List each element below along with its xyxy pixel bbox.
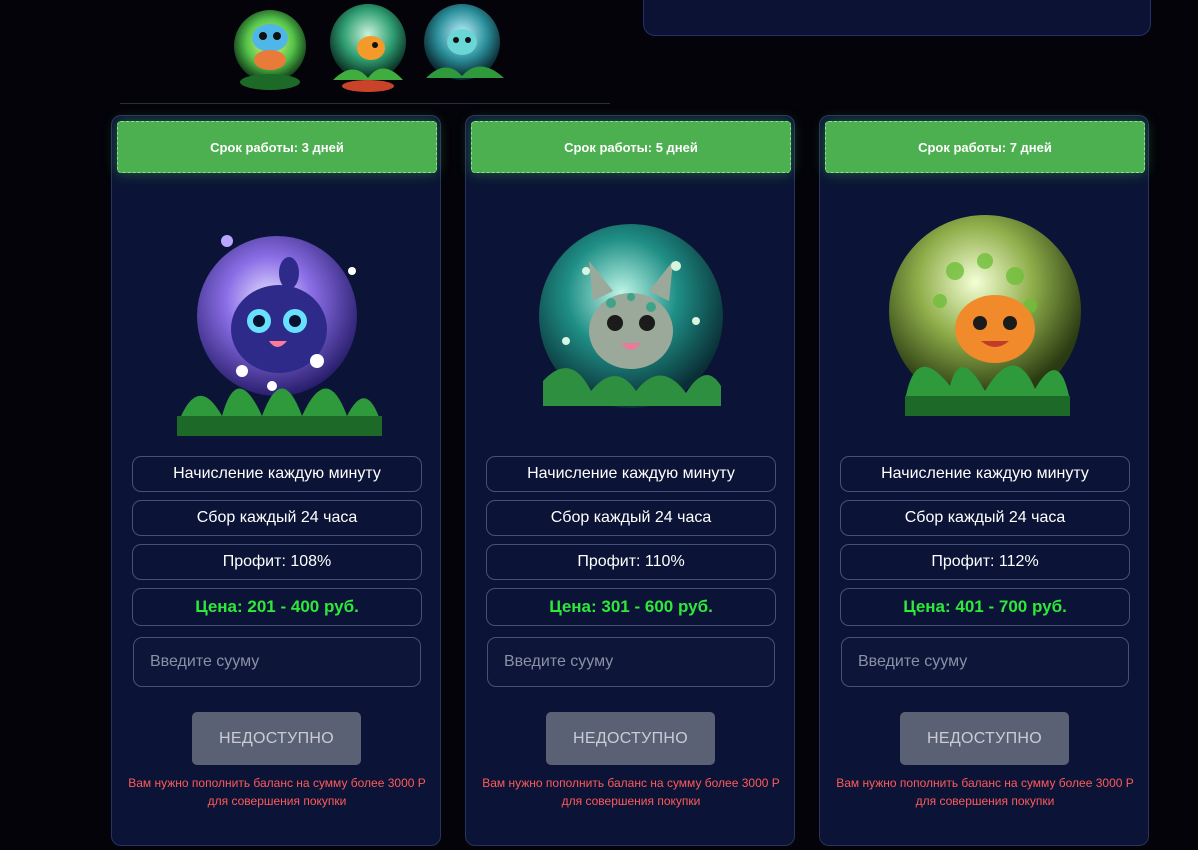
- orange-bubble-creature-icon: [889, 215, 1081, 416]
- section-divider: [120, 103, 610, 104]
- teal-creature-icon: [424, 4, 504, 80]
- plan-duration-header: Срок работы: 7 дней: [825, 121, 1145, 173]
- balance-warning: Вам нужно пополнить баланс на сумму боле…: [836, 776, 1134, 808]
- unavailable-button[interactable]: НЕДОСТУПНО: [546, 712, 715, 765]
- amount-input[interactable]: [487, 637, 775, 687]
- plan-duration-header: Срок работы: 3 дней: [117, 121, 437, 173]
- price-info: Цена: 201 - 400 руб.: [132, 588, 422, 626]
- accrual-info: Начисление каждую минуту: [132, 456, 422, 492]
- price-info: Цена: 301 - 600 руб.: [486, 588, 776, 626]
- plan-card-7-days: Срок работы: 7 дней Начисление каждую ми…: [819, 115, 1149, 846]
- plan-duration-header: Срок работы: 5 дней: [471, 121, 791, 173]
- top-panel: [643, 0, 1151, 36]
- plan-card-3-days: Срок работы: 3 дней Начисление каждую ми…: [111, 115, 441, 846]
- top-creature-banner: [228, 0, 518, 96]
- collection-info: Сбор каждый 24 часа: [132, 500, 422, 536]
- accrual-info: Начисление каждую минуту: [486, 456, 776, 492]
- balance-warning: Вам нужно пополнить баланс на сумму боле…: [482, 776, 780, 808]
- amount-input[interactable]: [133, 637, 421, 687]
- blue-creature-icon: [234, 10, 306, 90]
- profit-info: Профит: 112%: [840, 544, 1130, 580]
- orange-creature-icon: [330, 4, 406, 92]
- unavailable-button[interactable]: НЕДОСТУПНО: [900, 712, 1069, 765]
- collection-info: Сбор каждый 24 часа: [840, 500, 1130, 536]
- balance-warning: Вам нужно пополнить баланс на сумму боле…: [128, 776, 426, 808]
- teal-bubble-creature-icon: [539, 224, 723, 408]
- price-info: Цена: 401 - 700 руб.: [840, 588, 1130, 626]
- profit-info: Профит: 110%: [486, 544, 776, 580]
- accrual-info: Начисление каждую минуту: [840, 456, 1130, 492]
- amount-input[interactable]: [841, 637, 1129, 687]
- purple-bubble-creature-icon: [177, 235, 382, 436]
- unavailable-button[interactable]: НЕДОСТУПНО: [192, 712, 361, 765]
- collection-info: Сбор каждый 24 часа: [486, 500, 776, 536]
- profit-info: Профит: 108%: [132, 544, 422, 580]
- plan-card-5-days: Срок работы: 5 дней Начисление каждую ми…: [465, 115, 795, 846]
